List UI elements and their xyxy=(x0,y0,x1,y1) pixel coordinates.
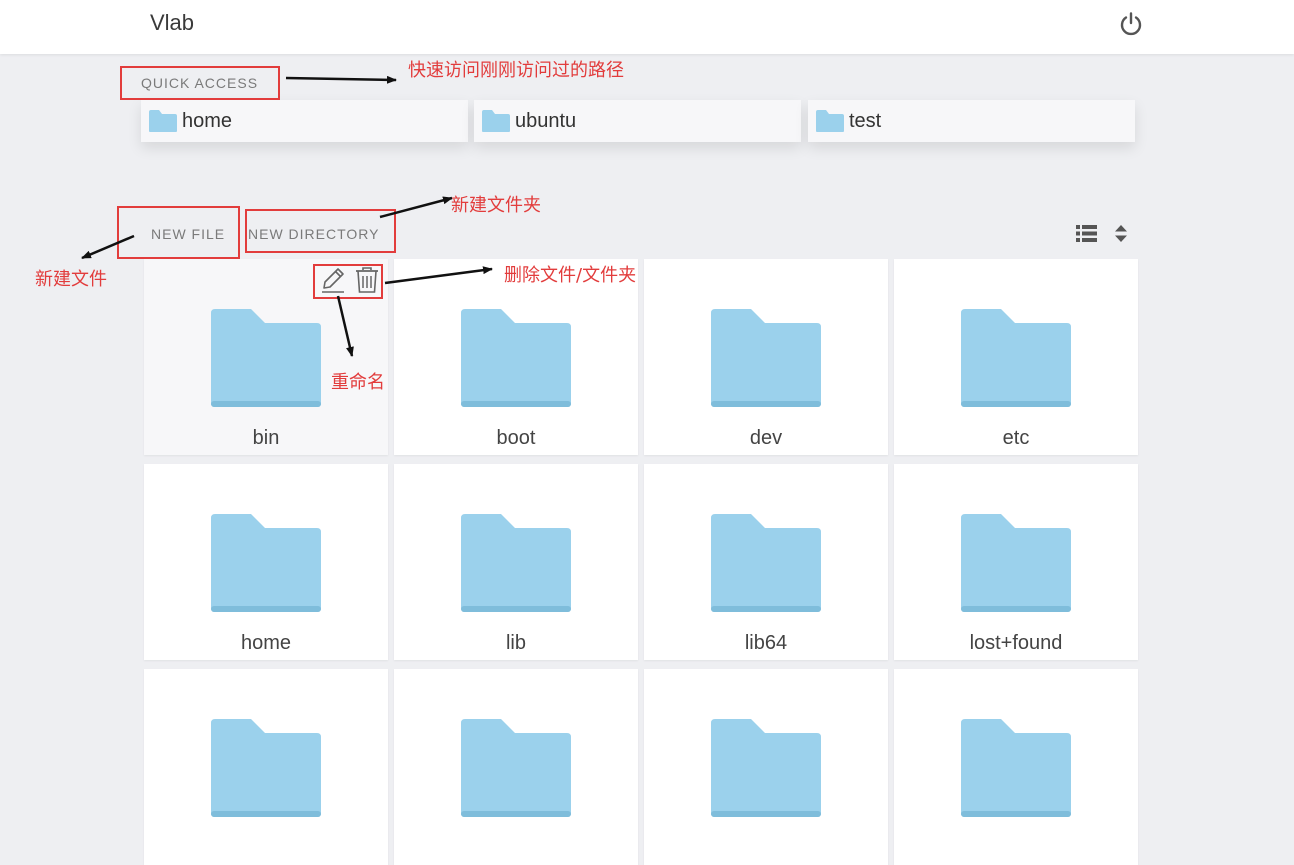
annotation-box-new-directory xyxy=(245,209,396,253)
folder-icon xyxy=(961,719,1071,817)
annotation-delete: 删除文件/文件夹 xyxy=(504,265,637,286)
folder-icon xyxy=(211,719,321,817)
folder-icon xyxy=(711,309,821,407)
folder-icon xyxy=(711,719,821,817)
file-name: lost+found xyxy=(969,632,1063,654)
file-card[interactable] xyxy=(144,669,388,865)
sort-icon[interactable] xyxy=(1115,225,1127,242)
file-card[interactable] xyxy=(644,669,888,865)
file-name: dev xyxy=(749,427,783,449)
folder-icon xyxy=(482,110,510,132)
folder-icon xyxy=(461,309,571,407)
annotation-rename: 重命名 xyxy=(331,372,385,393)
annotation-box-tools xyxy=(313,264,383,299)
quick-access-item-label: ubuntu xyxy=(515,109,577,132)
quick-access-item-test[interactable]: test xyxy=(808,100,1135,142)
folder-icon xyxy=(816,110,844,132)
annotation-quick-access: 快速访问刚刚访问过的路径 xyxy=(408,60,624,81)
file-name: bin xyxy=(252,427,280,449)
folder-icon xyxy=(711,514,821,612)
quick-access-item-ubuntu[interactable]: ubuntu xyxy=(474,100,801,142)
file-name: lib xyxy=(505,632,526,654)
annotation-box-quick-access xyxy=(120,66,280,100)
folder-icon xyxy=(961,309,1071,407)
top-bar: Vlab xyxy=(0,0,1294,54)
file-card[interactable]: lib64 xyxy=(644,464,888,660)
quick-access-item-home[interactable]: home xyxy=(141,100,468,142)
file-name: etc xyxy=(1002,427,1030,449)
quick-access-item-label: test xyxy=(849,109,882,132)
file-card[interactable]: lost+found xyxy=(894,464,1138,660)
file-card[interactable]: home xyxy=(144,464,388,660)
file-card[interactable]: lib xyxy=(394,464,638,660)
file-name: home xyxy=(240,632,292,654)
app-title: Vlab xyxy=(150,10,195,35)
folder-icon xyxy=(211,309,321,407)
file-card[interactable]: etc xyxy=(894,259,1138,455)
folder-icon xyxy=(149,110,177,132)
list-view-icon[interactable] xyxy=(1076,225,1097,242)
file-card[interactable]: boot xyxy=(394,259,638,455)
file-card[interactable]: dev xyxy=(644,259,888,455)
folder-icon xyxy=(461,514,571,612)
annotation-new-directory: 新建文件夹 xyxy=(451,195,541,216)
annotation-box-new-file xyxy=(117,206,240,259)
file-card[interactable] xyxy=(894,669,1138,865)
quick-access-item-label: home xyxy=(182,109,233,132)
annotation-new-file: 新建文件 xyxy=(35,269,107,290)
folder-icon xyxy=(961,514,1071,612)
folder-icon xyxy=(461,719,571,817)
file-name: boot xyxy=(496,427,536,449)
file-card[interactable] xyxy=(394,669,638,865)
power-icon[interactable] xyxy=(1118,11,1144,37)
folder-icon xyxy=(211,514,321,612)
file-name: lib64 xyxy=(744,632,788,654)
